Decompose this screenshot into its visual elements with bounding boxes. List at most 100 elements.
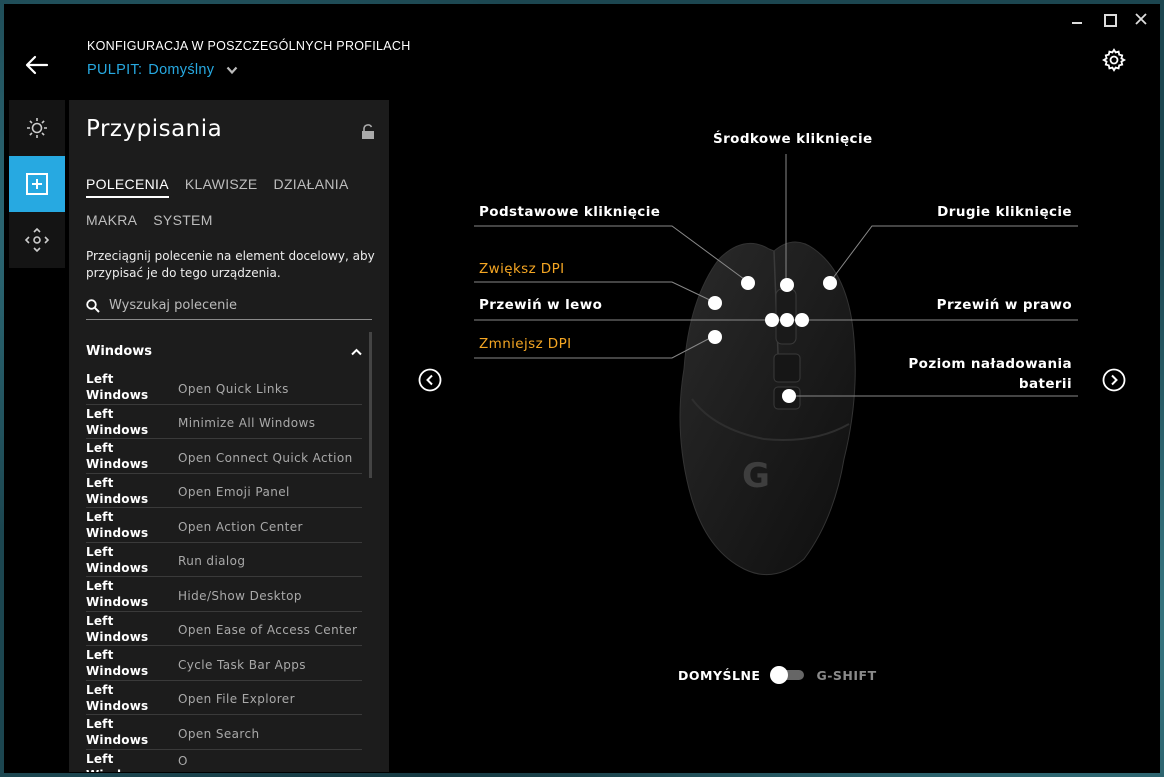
list-item[interactable]: Left Windows+ K Open Connect Quick Actio…: [86, 439, 362, 474]
hotspot-wheel[interactable]: [780, 313, 794, 327]
command-desc: Open Search: [178, 726, 260, 741]
profile-name: Domyślny: [148, 62, 215, 78]
profile-prefix: PULPIT:: [87, 62, 143, 78]
search-icon: [86, 298, 100, 313]
command-desc: Run dialog: [178, 554, 246, 569]
search-box: [86, 292, 372, 320]
command-desc: Open File Explorer: [178, 692, 295, 707]
maximize-button[interactable]: [1102, 12, 1117, 27]
hotspot-scroll-left[interactable]: [765, 313, 779, 327]
command-desc: Hide/Show Desktop: [178, 588, 302, 603]
command-desc: Open Connect Quick Action: [178, 450, 353, 465]
group-header-windows[interactable]: Windows: [86, 344, 362, 359]
list-item[interactable]: Left Windows O: [86, 750, 362, 773]
list-item[interactable]: Left Windows+ M Minimize All Windows: [86, 405, 362, 439]
command-desc: Open Action Center: [178, 519, 303, 534]
list-item[interactable]: Left Windows+ S Open Search: [86, 715, 362, 750]
list-item[interactable]: Left Windows+ . Open Emoji Panel: [86, 474, 362, 508]
command-keys: Left Windows+ X: [86, 372, 149, 402]
command-desc: Open Emoji Panel: [178, 485, 290, 500]
lock-icon[interactable]: [361, 124, 375, 140]
hotspot-secondary-click[interactable]: [823, 276, 837, 290]
side-icon-bar: [9, 100, 65, 268]
command-desc: Open Ease of Access Center: [178, 623, 358, 638]
assignments-tab[interactable]: [9, 156, 65, 212]
command-keys: Left Windows+ S: [86, 717, 149, 747]
page-title: KONFIGURACJA W POSZCZEGÓLNYCH PROFILACH: [87, 39, 411, 53]
profile-selector[interactable]: PULPIT: Domyślny: [87, 62, 238, 78]
list-item[interactable]: Left Windows+ X Open Quick Links: [86, 370, 362, 405]
list-item[interactable]: Left Windows+ T Cycle Task Bar Apps: [86, 646, 362, 681]
hotspot-battery[interactable]: [782, 389, 796, 403]
tab-actions[interactable]: DZIAŁANIA: [274, 176, 349, 198]
hotspot-dpi-up[interactable]: [708, 296, 722, 310]
gear-icon: [1101, 48, 1127, 72]
plus-square-icon: [26, 173, 48, 195]
brightness-icon: [27, 118, 47, 138]
command-keys: Left Windows+ .: [86, 475, 149, 506]
list-item[interactable]: Left Windows+ D Hide/Show Desktop: [86, 577, 362, 612]
app-window: KONFIGURACJA W POSZCZEGÓLNYCH PROFILACH …: [4, 4, 1160, 773]
label-middle-click[interactable]: Środkowe kliknięcie: [713, 131, 873, 147]
search-input[interactable]: [109, 298, 349, 313]
drag-instruction: Przeciągnij polecenie na element docelow…: [86, 249, 375, 280]
command-keys: Left Windows+ T: [86, 648, 149, 678]
chevron-down-icon: [227, 66, 238, 74]
assignments-panel: Przypisania POLECENIA KLAWISZE DZIAŁANIA…: [69, 100, 389, 772]
lighting-tab[interactable]: [9, 100, 65, 156]
hotspot-middle-click[interactable]: [780, 278, 794, 292]
arrow-left-icon: [25, 55, 49, 75]
toggle-label-gshift: G-SHIFT: [816, 667, 877, 683]
sensitivity-tab[interactable]: [9, 212, 65, 268]
group-title: Windows: [86, 344, 153, 359]
command-desc: Minimize All Windows: [178, 416, 316, 431]
list-item[interactable]: Left Windows+ R Run dialog: [86, 543, 362, 577]
gshift-toggle-group: DOMYŚLNE G-SHIFT: [678, 666, 877, 684]
list-item[interactable]: Left Windows+ A Open Action Center: [86, 508, 362, 543]
category-tabs: POLECENIA KLAWISZE DZIAŁANIA MAKRA SYSTE…: [86, 176, 376, 246]
command-keys: Left Windows+ M: [86, 406, 149, 437]
hotspot-scroll-right[interactable]: [795, 313, 809, 327]
toggle-label-default: DOMYŚLNE: [678, 667, 761, 683]
gshift-toggle[interactable]: [770, 666, 806, 684]
tab-macros[interactable]: MAKRA: [86, 212, 137, 232]
label-battery-level[interactable]: Poziom naładowania baterii: [884, 354, 1072, 394]
command-keys: Left Windows+ R: [86, 544, 149, 575]
minimize-button[interactable]: [1070, 12, 1084, 26]
command-desc: Open Quick Links: [178, 381, 289, 396]
command-keys: Left Windows+ E: [86, 682, 149, 713]
hotspot-dpi-down[interactable]: [708, 330, 722, 344]
list-item[interactable]: Left Windows+ U Open Ease of Access Cent…: [86, 612, 362, 646]
label-scroll-left[interactable]: Przewiń w lewo: [479, 297, 602, 313]
label-dpi-down[interactable]: Zmniejsz DPI: [479, 336, 572, 352]
tab-keys[interactable]: KLAWISZE: [185, 176, 258, 198]
hotspot-primary-click[interactable]: [741, 276, 755, 290]
label-scroll-right[interactable]: Przewiń w prawo: [904, 297, 1072, 313]
tab-commands[interactable]: POLECENIA: [86, 176, 169, 198]
command-keys: Left Windows+ U: [86, 613, 149, 644]
command-keys: Left Windows+ K: [86, 441, 149, 471]
command-desc: Cycle Task Bar Apps: [178, 657, 306, 672]
window-controls: [1070, 12, 1148, 27]
previous-view-icon[interactable]: [418, 368, 442, 392]
label-dpi-up[interactable]: Zwiększ DPI: [479, 261, 565, 277]
label-secondary-click[interactable]: Drugie kliknięcie: [904, 204, 1072, 220]
list-item[interactable]: Left Windows+ E Open File Explorer: [86, 681, 362, 715]
command-desc: O: [178, 753, 188, 768]
g-logo: G: [742, 456, 770, 496]
command-list: Left Windows+ X Open Quick Links Left Wi…: [86, 370, 362, 772]
list-scrollbar[interactable]: [369, 332, 372, 478]
move-dpad-icon: [24, 227, 50, 253]
command-keys: Left Windows: [86, 751, 148, 773]
next-view-icon[interactable]: [1102, 368, 1126, 392]
panel-title: Przypisania: [86, 116, 223, 142]
settings-button[interactable]: [1101, 48, 1127, 72]
close-icon: [1135, 13, 1147, 25]
command-keys: Left Windows+ A: [86, 510, 149, 540]
label-primary-click[interactable]: Podstawowe kliknięcie: [479, 204, 660, 220]
chevron-up-icon: [351, 348, 362, 355]
close-button[interactable]: [1134, 12, 1148, 26]
command-keys: Left Windows+ D: [86, 579, 149, 609]
tab-system[interactable]: SYSTEM: [153, 212, 212, 232]
back-button[interactable]: [24, 52, 50, 78]
